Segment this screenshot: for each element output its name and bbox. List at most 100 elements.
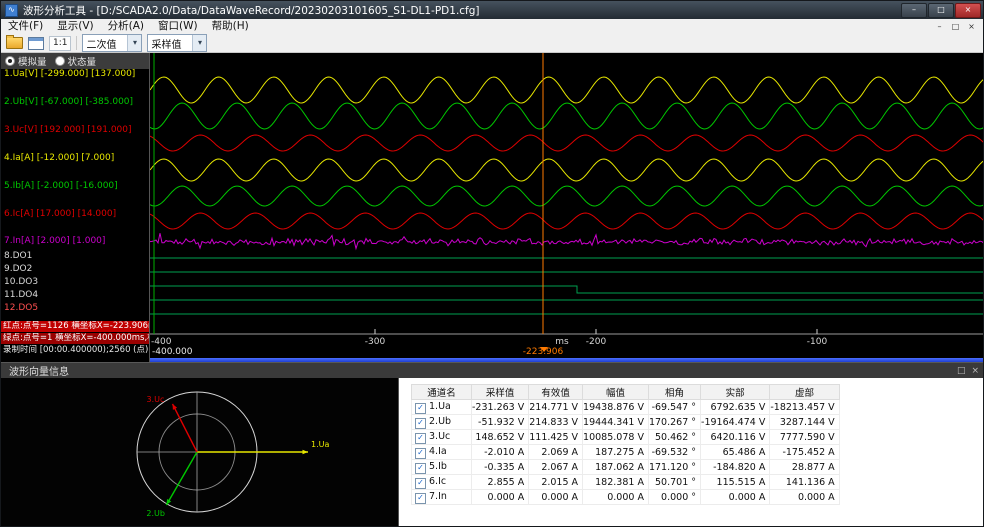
table-row[interactable]: ✓ 4.Ia -2.010 A 2.069 A 187.275 A -69.532 ° 65… bbox=[411, 444, 840, 460]
menu-item-view[interactable]: 显示(V) bbox=[50, 19, 100, 34]
value-cell: 111.425 V bbox=[528, 429, 584, 445]
vector-panel-content: 1.Ua 2.Ub 3.Uc 通道名 采样值 有效值 幅值 相角 实部 虚部 ✓ 1.Ua -231.… bbox=[1, 378, 983, 526]
status-line-2: 绿点:点号=1 横坐标X=-400.000ms,相对时间=0ms bbox=[1, 333, 149, 344]
value-cell: 170.267 ° bbox=[647, 414, 702, 430]
value-cell: 187.062 A bbox=[582, 459, 649, 475]
row-checkbox[interactable]: ✓ bbox=[415, 462, 426, 474]
channel-label-2[interactable]: 2.Ub[V] [-67.000] [-385.000] bbox=[4, 97, 149, 108]
vector-table-col-4: 相角 bbox=[647, 384, 702, 400]
close-panel-icon[interactable]: × bbox=[971, 364, 979, 378]
menu-item-window[interactable]: 窗口(W) bbox=[151, 19, 205, 34]
table-row[interactable]: ✓ 7.In 0.000 A 0.000 A 0.000 A 0.000 ° 0.000 A… bbox=[411, 489, 840, 505]
window-controls: – □ × bbox=[900, 2, 981, 18]
row-checkbox[interactable]: ✓ bbox=[415, 402, 426, 414]
chevron-down-icon[interactable]: ▾ bbox=[192, 35, 207, 51]
channel-label-11[interactable]: 11.DO4 bbox=[4, 290, 149, 301]
sample-type-combo[interactable]: 采样值 ▾ bbox=[147, 34, 208, 52]
channel-label-10[interactable]: 10.DO3 bbox=[4, 277, 149, 288]
table-row[interactable]: ✓ 2.Ub -51.932 V 214.833 V 19444.341 V 170.26… bbox=[411, 414, 840, 430]
x-axis-unit: ms bbox=[555, 337, 569, 347]
channel-label-8[interactable]: 8.DO1 bbox=[4, 251, 149, 262]
vector-table-col-1: 采样值 bbox=[470, 384, 530, 400]
minimize-icon[interactable]: – bbox=[901, 2, 927, 18]
value-cell: 148.652 V bbox=[470, 429, 530, 445]
channel-name-cell: ✓ 3.Uc bbox=[411, 429, 472, 445]
menu-bar: 文件(F) 显示(V) 分析(A) 窗口(W) 帮助(H) – □ × bbox=[1, 19, 983, 35]
channel-label-1[interactable]: 1.Ua[V] [-299.000] [137.000] bbox=[4, 69, 149, 80]
value-cell: -69.547 ° bbox=[647, 399, 702, 415]
channel-label-12[interactable]: 12.DO5 bbox=[4, 303, 149, 314]
channel-label-5[interactable]: 5.Ib[A] [-2.000] [-16.000] bbox=[4, 181, 149, 192]
toolbar: 1:1 二次值 ▾ 采样值 ▾ bbox=[1, 34, 983, 53]
one-to-one-zoom-button[interactable]: 1:1 bbox=[49, 35, 72, 51]
left-edge-time-label: -400.000 bbox=[152, 347, 193, 357]
channel-name: 3.Uc bbox=[429, 430, 451, 442]
waveform-canvas[interactable]: -400 -300 -200 -100 ms bbox=[150, 53, 984, 347]
row-checkbox[interactable]: ✓ bbox=[415, 492, 426, 504]
cursor-marker-row: -400.000 -223.906 bbox=[150, 347, 983, 358]
row-checkbox[interactable]: ✓ bbox=[415, 417, 426, 429]
channel-panel: 模拟量 状态量 1.Ua[V] [-299.000] [137.000] 2.Ub… bbox=[1, 53, 149, 362]
channel-name: 1.Ua bbox=[429, 400, 451, 412]
x-tick-label: -300 bbox=[365, 337, 386, 347]
signal-type-selector: 模拟量 状态量 bbox=[1, 53, 149, 69]
table-row[interactable]: ✓ 3.Uc 148.652 V 111.425 V 10085.078 V 50.462… bbox=[411, 429, 840, 445]
status-line-1: 红点:点号=1126 横坐标X=-223.906ms,相对时间=176.094m… bbox=[1, 321, 149, 332]
row-checkbox[interactable]: ✓ bbox=[415, 432, 426, 444]
radio-analog[interactable] bbox=[5, 56, 15, 66]
value-cell: 6420.116 V bbox=[700, 429, 771, 445]
channel-label-6[interactable]: 6.Ic[A] [17.000] [14.000] bbox=[4, 209, 149, 220]
sample-type-selected: 采样值 bbox=[151, 39, 182, 51]
mdi-close-icon[interactable]: × bbox=[964, 21, 979, 33]
value-cell: 65.486 A bbox=[700, 444, 771, 460]
app-icon: ∿ bbox=[5, 3, 18, 17]
open-file-icon[interactable] bbox=[6, 35, 23, 49]
value-cell: 50.462 ° bbox=[647, 429, 702, 445]
mdi-restore-icon[interactable]: □ bbox=[948, 21, 963, 33]
value-cell: 7777.590 V bbox=[769, 429, 840, 445]
value-cell: 19444.341 V bbox=[582, 414, 649, 430]
value-cell: 0.000 ° bbox=[647, 489, 702, 505]
chevron-down-icon[interactable]: ▾ bbox=[127, 35, 142, 51]
table-row[interactable]: ✓ 1.Ua -231.263 V 214.771 V 19438.876 V -69.5… bbox=[411, 399, 840, 415]
vector-table-area: 通道名 采样值 有效值 幅值 相角 实部 虚部 ✓ 1.Ua -231.263 V 214.771 … bbox=[398, 378, 983, 526]
value-cell: 3287.144 V bbox=[769, 414, 840, 430]
x-tick-label: -400 bbox=[151, 337, 172, 347]
value-cell: 2.015 A bbox=[528, 474, 584, 490]
table-row[interactable]: ✓ 5.Ib -0.335 A 2.067 A 187.062 A 171.120 ° -1… bbox=[411, 459, 840, 475]
vector-panel-header: 波形向量信息 □ × bbox=[1, 362, 983, 378]
waveform-view-icon[interactable] bbox=[28, 36, 44, 50]
channel-label-9[interactable]: 9.DO2 bbox=[4, 264, 149, 275]
channel-name: 6.Ic bbox=[429, 475, 447, 487]
phasor-label-1.Ua: 1.Ua bbox=[311, 440, 329, 449]
toolbar-separator bbox=[76, 36, 78, 50]
channel-label-3[interactable]: 3.Uc[V] [192.000] [191.000] bbox=[4, 125, 149, 136]
row-checkbox[interactable]: ✓ bbox=[415, 447, 426, 459]
value-type-combo[interactable]: 二次值 ▾ bbox=[82, 34, 143, 52]
value-cell: 171.120 ° bbox=[647, 459, 702, 475]
channel-label-7[interactable]: 7.In[A] [2.000] [1.000] bbox=[4, 236, 149, 247]
value-cell: 187.275 A bbox=[582, 444, 649, 460]
mdi-minimize-icon[interactable]: – bbox=[932, 21, 947, 33]
value-cell: 141.136 A bbox=[769, 474, 840, 490]
menu-items: 文件(F) 显示(V) 分析(A) 窗口(W) 帮助(H) bbox=[1, 19, 256, 34]
vector-table-col-3: 幅值 bbox=[582, 384, 649, 400]
radio-status[interactable] bbox=[54, 56, 65, 66]
table-row[interactable]: ✓ 6.Ic 2.855 A 2.015 A 182.381 A 50.701 ° 115.… bbox=[411, 474, 840, 490]
float-panel-icon[interactable]: □ bbox=[957, 364, 966, 378]
value-cell: -175.452 A bbox=[769, 444, 840, 460]
menu-item-file[interactable]: 文件(F) bbox=[1, 19, 50, 34]
value-cell: -19164.474 V bbox=[700, 414, 771, 430]
phasor-label-2.Ub: 2.Ub bbox=[146, 509, 165, 518]
maximize-icon[interactable]: □ bbox=[928, 2, 954, 18]
channel-label-4[interactable]: 4.Ia[A] [-12.000] [7.000] bbox=[4, 153, 149, 164]
value-cell: 19438.876 V bbox=[582, 399, 649, 415]
radio-status-label: 状态量 bbox=[67, 57, 97, 68]
close-icon[interactable]: × bbox=[955, 2, 981, 18]
value-cell: 2.855 A bbox=[470, 474, 530, 490]
menu-item-help[interactable]: 帮助(H) bbox=[205, 19, 256, 34]
menu-item-analysis[interactable]: 分析(A) bbox=[101, 19, 151, 34]
value-cell: 28.877 A bbox=[769, 459, 840, 475]
app-window: ∿ 波形分析工具 - [D:/SCADA2.0/Data/DataWaveRec… bbox=[0, 0, 984, 527]
row-checkbox[interactable]: ✓ bbox=[415, 477, 426, 489]
